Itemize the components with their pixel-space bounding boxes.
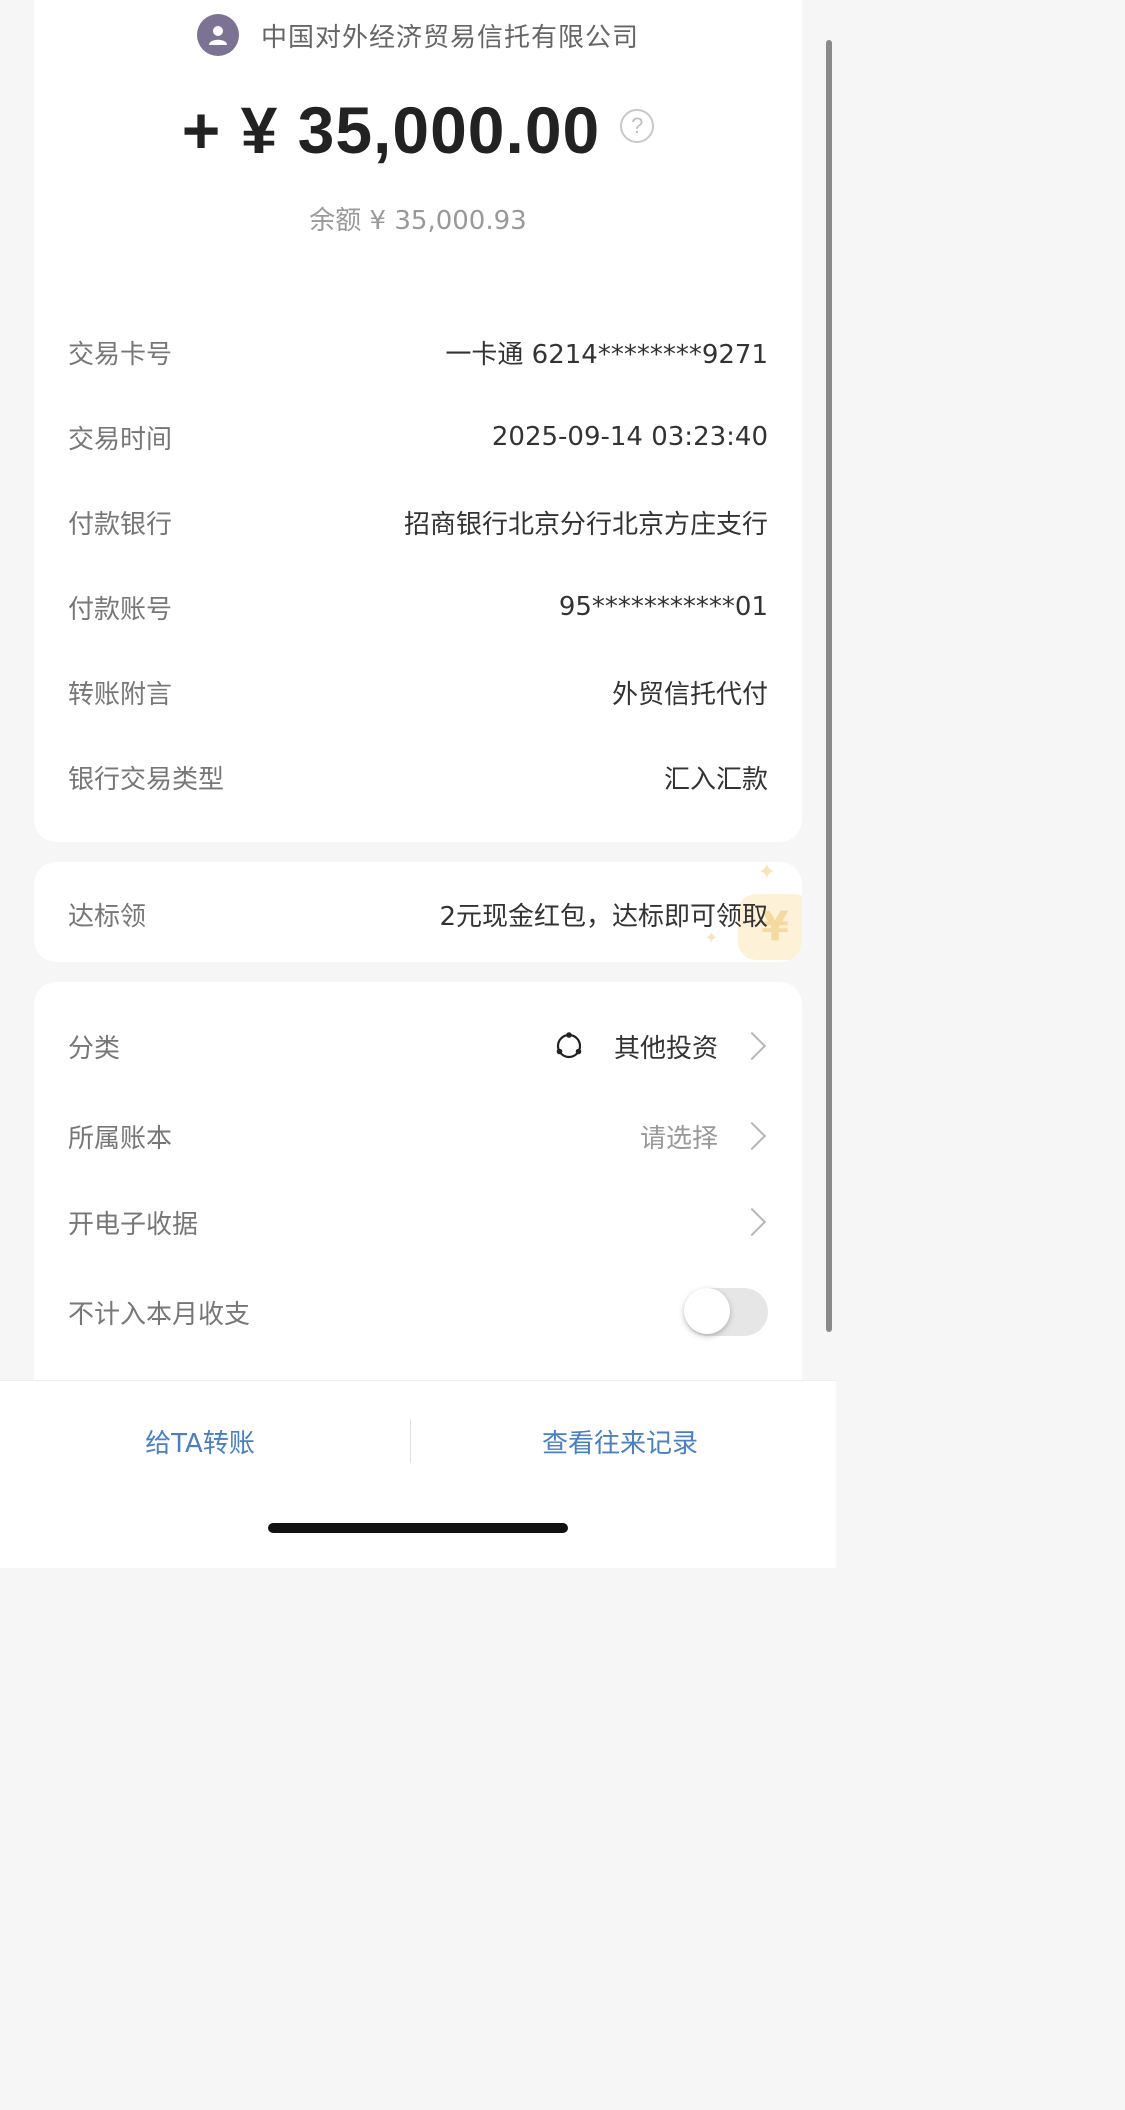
- chevron-right-icon: [737, 1121, 767, 1151]
- transaction-amount: + ¥ 35,000.00: [181, 93, 601, 167]
- detail-row-payer-account: 付款账号 95***********01: [68, 585, 768, 629]
- payer-header: 中国对外经济贸易信托有限公司: [0, 14, 836, 56]
- question-circle-icon[interactable]: ?: [620, 109, 655, 143]
- detail-label: 转账附言: [68, 679, 173, 710]
- transfer-button[interactable]: 给TA转账: [0, 1419, 400, 1463]
- toggle-knob: [684, 1288, 730, 1334]
- ledger-placeholder: 请选择: [639, 1123, 718, 1154]
- history-button[interactable]: 查看往来记录: [420, 1419, 820, 1463]
- category-cycle-icon: [554, 1031, 584, 1061]
- bottom-action-bar: 给TA转账 查看往来记录: [0, 1380, 836, 1568]
- bar-divider: [410, 1419, 411, 1463]
- detail-row-transaction-type: 银行交易类型 汇入汇款: [68, 755, 768, 799]
- detail-label: 付款账号: [68, 594, 173, 625]
- balance-text: 余额 ¥ 35,000.93: [309, 206, 527, 236]
- ledger-row[interactable]: 所属账本 请选择: [68, 1112, 768, 1160]
- detail-value: 招商银行北京分行北京方庄支行: [403, 509, 768, 540]
- exclude-month-toggle[interactable]: [684, 1288, 768, 1336]
- home-indicator[interactable]: [268, 1523, 568, 1533]
- payer-name: 中国对外经济贸易信托有限公司: [260, 22, 639, 53]
- detail-row-card-number: 交易卡号 一卡通 6214********9271: [68, 330, 768, 374]
- person-avatar-icon: [196, 14, 239, 56]
- ledger-label: 所属账本: [68, 1123, 173, 1154]
- detail-value: 2025-09-14 03:23:40: [491, 422, 768, 452]
- chevron-right-icon: [737, 1031, 767, 1061]
- reward-label: 达标领: [68, 901, 147, 932]
- exclude-month-label: 不计入本月收支: [68, 1299, 251, 1330]
- reward-row[interactable]: 达标领 2元现金红包，达标即可领取: [68, 892, 768, 936]
- detail-row-remark: 转账附言 外贸信托代付: [68, 670, 768, 714]
- detail-value: 外贸信托代付: [611, 679, 768, 710]
- scrollbar[interactable]: [826, 40, 832, 1332]
- category-value: 其他投资: [613, 1033, 718, 1064]
- chevron-right-icon: [737, 1207, 767, 1237]
- sparkle-icon: ✦: [757, 862, 776, 885]
- reward-value: 2元现金红包，达标即可领取: [439, 901, 768, 932]
- receipt-label: 开电子收据: [68, 1209, 199, 1240]
- detail-row-payer-bank: 付款银行 招商银行北京分行北京方庄支行: [68, 500, 768, 544]
- category-label: 分类: [68, 1033, 121, 1064]
- receipt-row[interactable]: 开电子收据: [68, 1198, 768, 1246]
- detail-label: 交易卡号: [68, 339, 173, 370]
- detail-label: 交易时间: [68, 424, 173, 455]
- detail-label: 银行交易类型: [68, 764, 225, 795]
- detail-label: 付款银行: [68, 509, 173, 540]
- category-row[interactable]: 分类 其他投资: [68, 1022, 768, 1070]
- detail-value: 一卡通 6214********9271: [445, 339, 768, 370]
- detail-row-time: 交易时间 2025-09-14 03:23:40: [68, 415, 768, 459]
- detail-value: 汇入汇款: [663, 764, 768, 795]
- detail-value: 95***********01: [558, 592, 768, 622]
- amount-row: + ¥ 35,000.00 ?: [0, 92, 836, 168]
- exclude-month-row: 不计入本月收支: [68, 1288, 768, 1336]
